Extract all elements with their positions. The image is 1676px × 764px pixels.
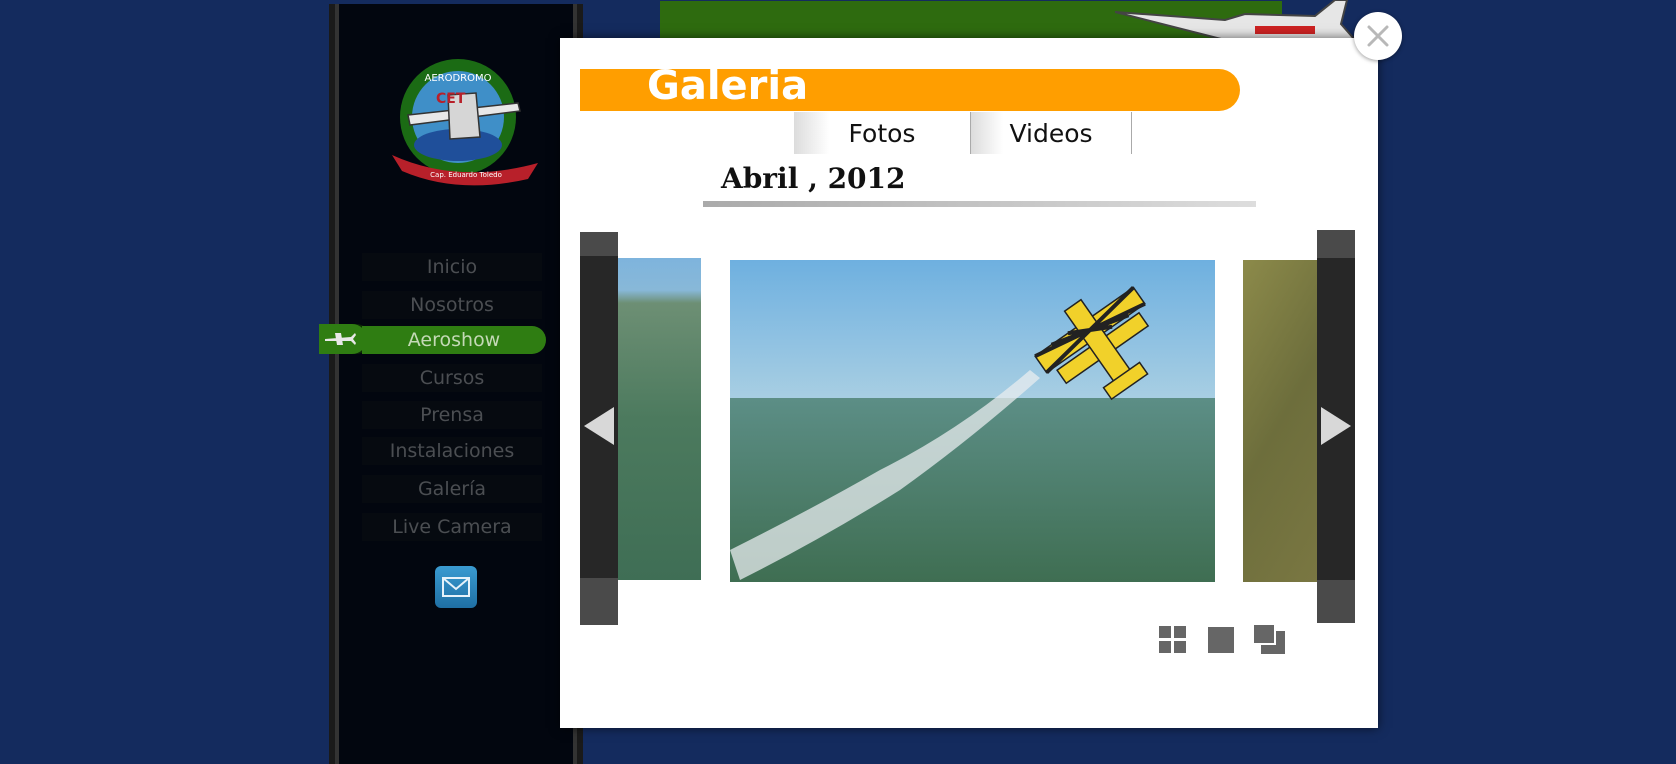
- tab-videos[interactable]: Videos: [971, 112, 1132, 154]
- nav-item-inicio[interactable]: Inicio: [362, 253, 542, 281]
- logo-center-text: CET: [436, 91, 466, 107]
- gallery-photo-next[interactable]: [1243, 260, 1318, 582]
- next-photo-button[interactable]: [1317, 230, 1355, 623]
- stack-view-icon[interactable]: [1252, 623, 1286, 655]
- logo-ring-text: AERODROMO: [425, 73, 492, 84]
- nav-item-nosotros[interactable]: Nosotros: [362, 291, 542, 319]
- aerodromo-logo: AERODROMO CET Cap. Eduardo Toledo: [392, 59, 538, 186]
- single-view-icon[interactable]: [1206, 625, 1236, 655]
- gallery-photo-current[interactable]: [730, 260, 1215, 582]
- gallery-title-bar: Galeria: [580, 63, 1240, 111]
- logo-ribbon-text: Cap. Eduardo Toledo: [430, 171, 502, 179]
- gallery-tabs: Fotos Videos: [794, 112, 1132, 154]
- gallery-title: Galeria: [647, 63, 809, 109]
- nav-item-cursos[interactable]: Cursos: [362, 364, 542, 392]
- tab-fotos[interactable]: Fotos: [794, 112, 971, 154]
- gallery-modal: Galeria Fotos Videos Abril , 2012: [560, 38, 1378, 728]
- envelope-icon: [442, 577, 470, 597]
- airplane-icon: [325, 333, 356, 345]
- nav-item-aeroshow[interactable]: Aeroshow: [362, 326, 546, 354]
- gallery-photo-previous[interactable]: [618, 258, 701, 580]
- triangle-left-icon: [584, 407, 614, 445]
- nav-item-live-camera[interactable]: Live Camera: [362, 513, 542, 541]
- background-plane-image: [1115, 0, 1355, 40]
- prev-photo-button[interactable]: [580, 232, 618, 625]
- nav-item-prensa[interactable]: Prensa: [362, 401, 542, 429]
- triangle-right-icon: [1321, 407, 1351, 445]
- grid-view-icon[interactable]: [1158, 625, 1188, 655]
- contact-mail-button[interactable]: [435, 566, 477, 608]
- date-divider: [703, 201, 1256, 207]
- active-nav-marker: [319, 324, 367, 354]
- nav-item-galeria[interactable]: Galería: [362, 475, 542, 503]
- album-date: Abril , 2012: [721, 162, 906, 195]
- aerobatic-plane-photo: [730, 260, 1215, 582]
- close-icon: [1367, 25, 1389, 47]
- nav-item-instalaciones[interactable]: Instalaciones: [362, 437, 542, 465]
- close-button[interactable]: [1354, 12, 1402, 60]
